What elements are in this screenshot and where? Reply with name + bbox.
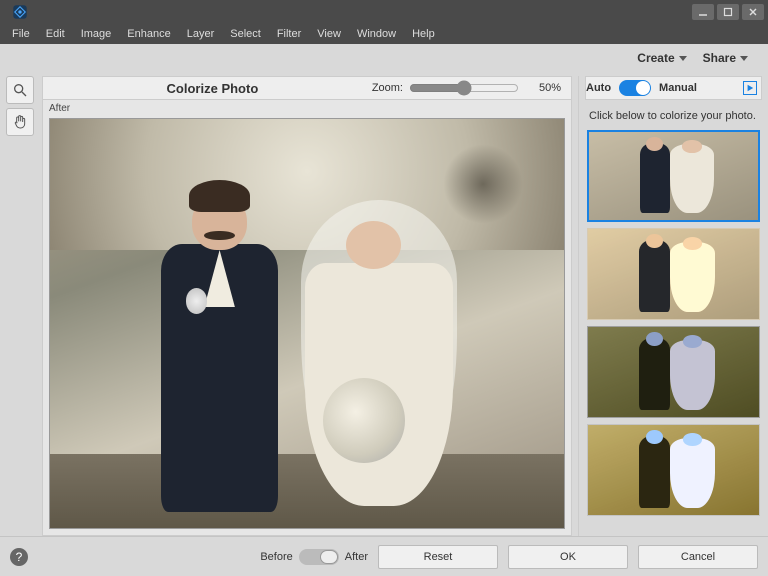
menu-view[interactable]: View — [309, 26, 349, 42]
before-label: Before — [260, 551, 292, 563]
bride-figure — [286, 209, 471, 512]
create-label: Create — [637, 51, 674, 65]
groom-figure — [143, 193, 297, 512]
menu-layer[interactable]: Layer — [179, 26, 223, 42]
create-dropdown[interactable]: Create — [629, 47, 694, 69]
content-area: Colorize Photo Zoom: 50% After Auto Manu… — [0, 72, 768, 536]
preset-3[interactable] — [587, 326, 760, 418]
menu-file[interactable]: File — [4, 26, 38, 42]
help-button[interactable]: ? — [10, 548, 28, 566]
before-after-toggle[interactable] — [299, 549, 339, 565]
ok-button[interactable]: OK — [508, 545, 628, 569]
menu-image[interactable]: Image — [73, 26, 120, 42]
maximize-button[interactable] — [717, 4, 739, 20]
share-dropdown[interactable]: Share — [695, 47, 756, 69]
canvas-area: Colorize Photo Zoom: 50% After — [42, 76, 572, 536]
hand-tool[interactable] — [6, 108, 34, 136]
tool-column — [6, 76, 36, 536]
titlebar — [0, 0, 768, 24]
share-label: Share — [703, 51, 736, 65]
auto-manual-toggle[interactable] — [619, 80, 651, 96]
zoom-tool[interactable] — [6, 76, 34, 104]
dialog-title: Colorize Photo — [53, 81, 372, 96]
caret-down-icon — [740, 56, 748, 61]
options-panel: Auto Manual Click below to colorize your… — [578, 76, 762, 536]
photo-preview — [49, 118, 565, 529]
caret-down-icon — [679, 56, 687, 61]
magnifier-icon — [12, 82, 28, 98]
close-button[interactable] — [742, 4, 764, 20]
color-presets — [585, 130, 762, 536]
app-logo — [8, 0, 32, 24]
menu-select[interactable]: Select — [222, 26, 269, 42]
menu-edit[interactable]: Edit — [38, 26, 73, 42]
after-label: After — [345, 551, 368, 563]
view-label: After — [49, 103, 70, 114]
canvas-header: Colorize Photo Zoom: 50% — [42, 76, 572, 100]
hand-icon — [12, 114, 28, 130]
hint-text: Click below to colorize your photo. — [585, 100, 762, 130]
manual-label: Manual — [659, 82, 697, 94]
menu-enhance[interactable]: Enhance — [119, 26, 178, 42]
menu-filter[interactable]: Filter — [269, 26, 309, 42]
bottom-bar: ? Before After Reset OK Cancel — [0, 536, 768, 576]
top-actions-bar: Create Share — [0, 44, 768, 72]
zoom-value: 50% — [527, 82, 561, 94]
auto-label: Auto — [586, 82, 611, 94]
canvas-body[interactable]: After — [42, 100, 572, 536]
play-icon — [746, 84, 754, 92]
menu-window[interactable]: Window — [349, 26, 404, 42]
zoom-slider[interactable] — [409, 80, 519, 96]
menu-help[interactable]: Help — [404, 26, 443, 42]
before-after-group: Before After — [260, 549, 368, 565]
reset-button[interactable]: Reset — [378, 545, 498, 569]
preset-4[interactable] — [587, 424, 760, 516]
menubar: File Edit Image Enhance Layer Select Fil… — [0, 24, 768, 44]
minimize-button[interactable] — [692, 4, 714, 20]
help-icon: ? — [16, 550, 23, 564]
tutorial-play-button[interactable] — [743, 81, 757, 95]
mode-bar: Auto Manual — [585, 76, 762, 100]
zoom-label: Zoom: — [372, 82, 403, 94]
preset-1[interactable] — [587, 130, 760, 222]
cancel-button[interactable]: Cancel — [638, 545, 758, 569]
preset-2[interactable] — [587, 228, 760, 320]
